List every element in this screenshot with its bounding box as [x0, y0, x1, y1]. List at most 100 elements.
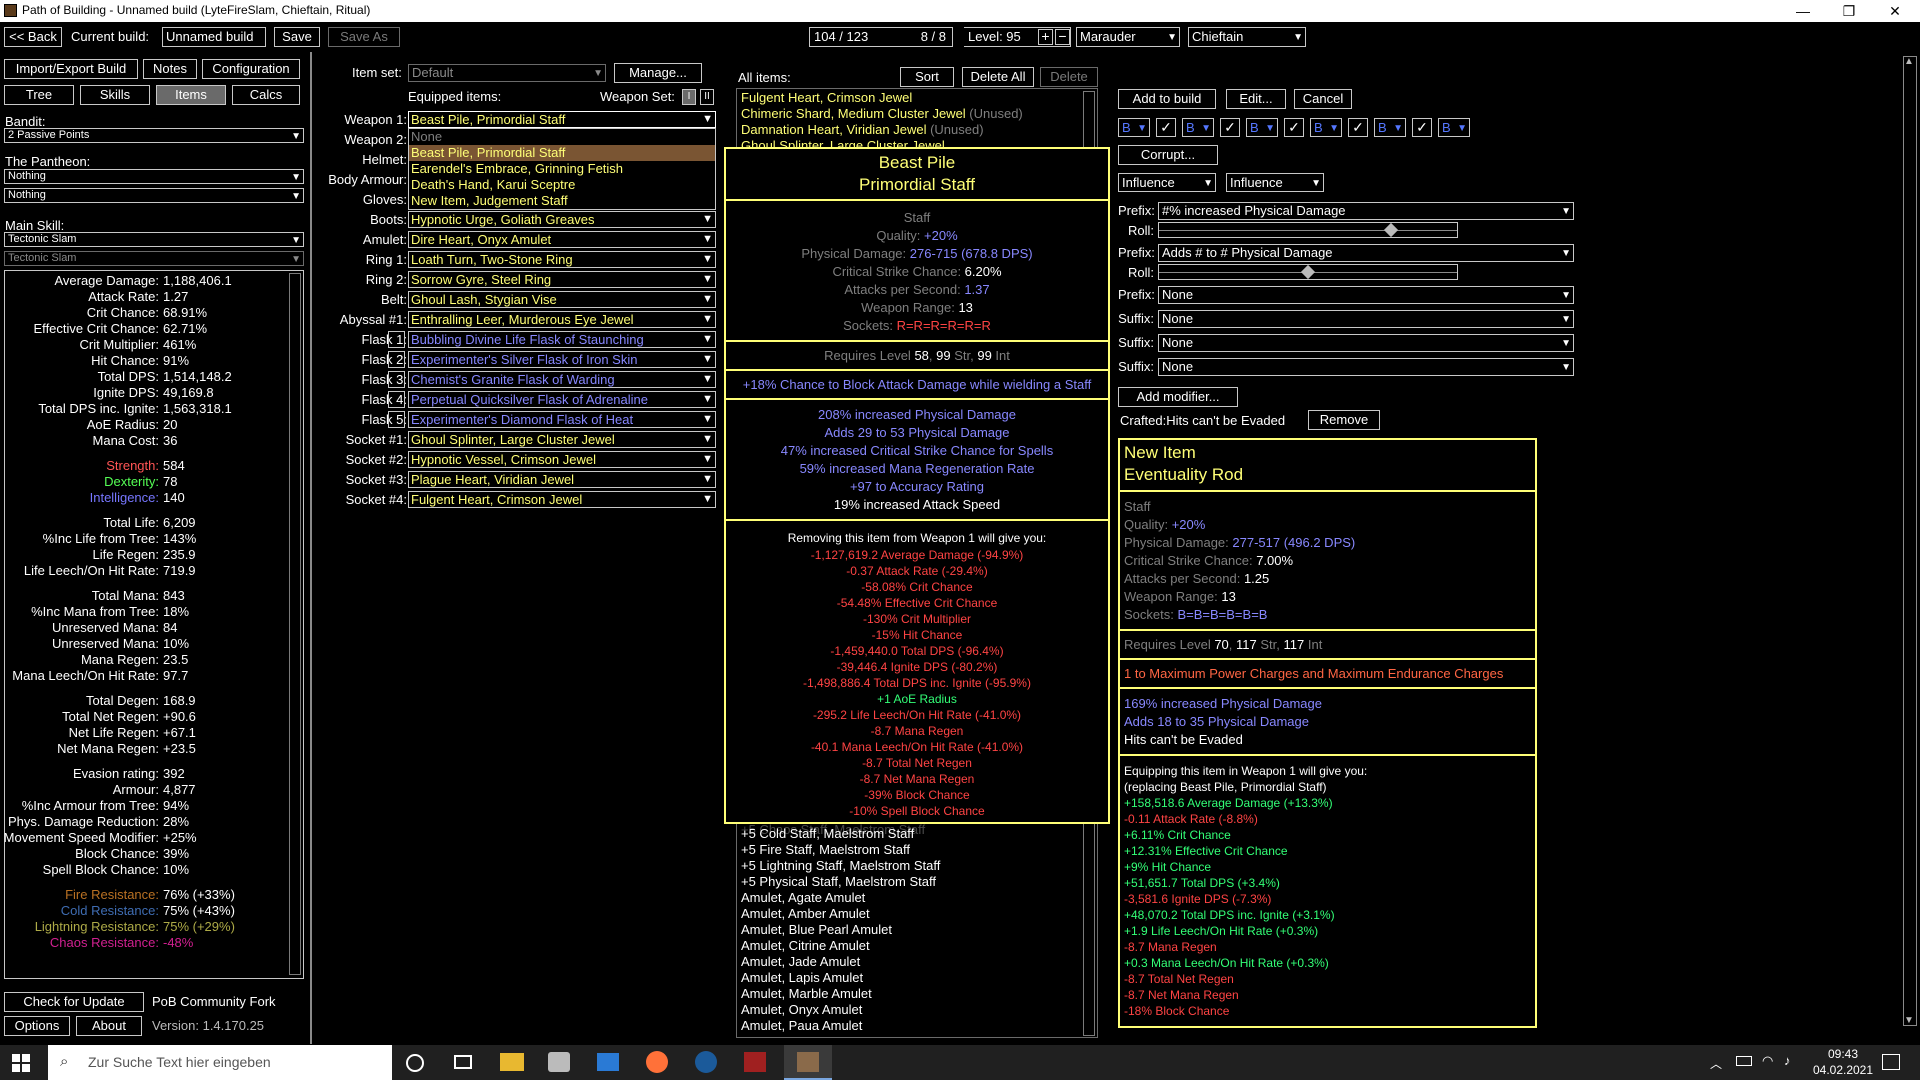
notification-icon[interactable] [1882, 1054, 1900, 1070]
level-plus-button[interactable]: + [1038, 29, 1053, 45]
tray-chevron-icon[interactable]: ︿ [1710, 1055, 1722, 1072]
slot-select[interactable]: Experimenter's Silver Flask of Iron Skin… [408, 351, 716, 368]
windows-start-icon[interactable] [12, 1054, 30, 1072]
list-item[interactable]: Damnation Heart, Viridian Jewel (Unused) [741, 122, 984, 137]
app-icon-3[interactable] [597, 1053, 619, 1071]
firefox-icon[interactable] [646, 1051, 668, 1073]
dropdown-option[interactable]: Beast Pile, Primordial Staff [409, 145, 715, 161]
flask-enable-checkbox[interactable] [388, 371, 405, 388]
socket-link-checkbox[interactable]: ✓ [1348, 118, 1368, 137]
save-as-button[interactable]: Save As [328, 27, 400, 47]
notes-button[interactable]: Notes [143, 59, 197, 79]
weapon-set-2-button[interactable]: II [700, 89, 714, 105]
slot-select[interactable]: Ghoul Splinter, Large Cluster Jewel ▼ [408, 431, 716, 448]
prefix-3-select[interactable]: None ▼ [1158, 286, 1574, 304]
add-modifier-button[interactable]: Add modifier... [1118, 387, 1238, 407]
list-item[interactable]: +5 Lightning Staff, Maelstrom Staff [741, 858, 940, 873]
task-view-icon[interactable] [454, 1055, 472, 1069]
socket-colour-select[interactable]: B ▼ [1182, 118, 1214, 137]
socket-colour-select[interactable]: B ▼ [1438, 118, 1470, 137]
cancel-button[interactable]: Cancel [1294, 89, 1352, 109]
volume-icon[interactable]: ♪ [1784, 1053, 1791, 1068]
close-button[interactable]: ✕ [1872, 1, 1918, 21]
list-item[interactable]: Amulet, Jade Amulet [741, 954, 860, 969]
add-to-build-button[interactable]: Add to build [1118, 89, 1216, 109]
app-icon-6[interactable] [744, 1052, 766, 1072]
manage-button[interactable]: Manage... [614, 63, 702, 83]
taskbar-search-box[interactable]: ⌕ Zur Suche Text hier eingeben [48, 1045, 392, 1080]
app-icon-2[interactable] [548, 1052, 570, 1072]
about-button[interactable]: About [76, 1016, 142, 1036]
roll-1-slider[interactable] [1158, 222, 1458, 238]
socket-link-checkbox[interactable]: ✓ [1412, 118, 1432, 137]
influence-2-select[interactable]: Influence ▼ [1226, 173, 1324, 192]
skill-part-select[interactable]: Tectonic Slam ▼ [4, 251, 304, 266]
level-minus-button[interactable]: − [1055, 29, 1070, 45]
tab-calcs[interactable]: Calcs [232, 85, 300, 105]
main-scrollbar[interactable]: ▲ ▼ [1903, 56, 1917, 1026]
prefix-1-select[interactable]: #% increased Physical Damage ▼ [1158, 202, 1574, 220]
flask-enable-checkbox[interactable] [388, 351, 405, 368]
weapon-set-1-button[interactable]: I [682, 89, 696, 105]
check-update-button[interactable]: Check for Update [4, 992, 144, 1012]
list-item[interactable]: Amulet, Lapis Amulet [741, 970, 863, 985]
list-item[interactable]: Amulet, Onyx Amulet [741, 1002, 862, 1017]
pantheon-major-select[interactable]: Nothing ▼ [4, 169, 304, 184]
tab-skills[interactable]: Skills [80, 85, 150, 105]
slot-select[interactable]: Experimenter's Diamond Flask of Heat ▼ [408, 411, 716, 428]
slot-select[interactable]: Perpetual Quicksilver Flask of Adrenalin… [408, 391, 716, 408]
prefix-2-select[interactable]: Adds # to # Physical Damage ▼ [1158, 244, 1574, 262]
socket-link-checkbox[interactable]: ✓ [1220, 118, 1240, 137]
list-item[interactable]: Amulet, Paua Amulet [741, 1018, 862, 1033]
slot-select[interactable]: Beast Pile, Primordial Staff ▼ [408, 111, 716, 128]
suffix-2-select[interactable]: None ▼ [1158, 334, 1574, 352]
list-item[interactable]: Amulet, Marble Amulet [741, 986, 872, 1001]
dropdown-option[interactable]: None [409, 129, 715, 145]
corrupt-button[interactable]: Corrupt... [1118, 145, 1218, 165]
slot-select[interactable]: Ghoul Lash, Stygian Vise ▼ [408, 291, 716, 308]
slot-select[interactable]: Loath Turn, Two-Stone Ring ▼ [408, 251, 716, 268]
minimize-button[interactable]: — [1780, 1, 1826, 21]
cortana-icon[interactable] [406, 1054, 424, 1072]
options-button[interactable]: Options [4, 1016, 70, 1036]
roll-2-handle[interactable] [1300, 264, 1316, 280]
slot-select[interactable]: Hypnotic Urge, Goliath Greaves ▼ [408, 211, 716, 228]
file-explorer-icon[interactable] [500, 1053, 524, 1071]
slot-select[interactable]: Hypnotic Vessel, Crimson Jewel ▼ [408, 451, 716, 468]
clock-time[interactable]: 09:43 [1800, 1047, 1886, 1061]
steam-icon[interactable] [695, 1051, 717, 1073]
list-item[interactable]: +5 Cold Staff, Maelstrom Staff [741, 826, 914, 841]
dropdown-option[interactable]: New Item, Judgement Staff [409, 193, 715, 209]
slot-select[interactable]: Plague Heart, Viridian Jewel ▼ [408, 471, 716, 488]
save-button[interactable]: Save [274, 27, 320, 47]
slot-select[interactable]: Enthralling Leer, Murderous Eye Jewel ▼ [408, 311, 716, 328]
suffix-3-select[interactable]: None ▼ [1158, 358, 1574, 376]
tab-tree[interactable]: Tree [4, 85, 74, 105]
item-set-select[interactable]: Default ▼ [408, 64, 606, 82]
path-of-building-taskbar-button[interactable] [784, 1045, 832, 1080]
build-name-field[interactable]: Unnamed build [162, 27, 266, 47]
back-button[interactable]: << Back [4, 27, 62, 47]
socket-link-checkbox[interactable]: ✓ [1284, 118, 1304, 137]
pantheon-minor-select[interactable]: Nothing ▼ [4, 188, 304, 203]
dropdown-option[interactable]: Death's Hand, Karui Sceptre [409, 177, 715, 193]
suffix-1-select[interactable]: None ▼ [1158, 310, 1574, 328]
influence-1-select[interactable]: Influence ▼ [1118, 173, 1216, 192]
socket-colour-select[interactable]: B ▼ [1118, 118, 1150, 137]
socket-colour-select[interactable]: B ▼ [1310, 118, 1342, 137]
ascendancy-select[interactable]: Chieftain ▼ [1188, 27, 1306, 47]
list-item[interactable]: Fulgent Heart, Crimson Jewel [741, 90, 912, 105]
wifi-icon[interactable]: ◠ [1762, 1053, 1773, 1069]
socket-link-checkbox[interactable]: ✓ [1156, 118, 1176, 137]
flask-enable-checkbox[interactable] [388, 411, 405, 428]
list-item[interactable]: Amulet, Amber Amulet [741, 906, 870, 921]
delete-all-button[interactable]: Delete All [962, 67, 1034, 87]
scroll-up-icon[interactable]: ▲ [1904, 56, 1914, 67]
slot-select[interactable]: Bubbling Divine Life Flask of Staunching… [408, 331, 716, 348]
list-item[interactable]: +5 Physical Staff, Maelstrom Staff [741, 874, 936, 889]
import-export-button[interactable]: Import/Export Build [4, 59, 138, 79]
passive-points-display[interactable]: 104 / 123 8 / 8 [809, 27, 953, 47]
socket-colour-select[interactable]: B ▼ [1374, 118, 1406, 137]
slot-select[interactable]: Sorrow Gyre, Steel Ring ▼ [408, 271, 716, 288]
list-item[interactable]: Amulet, Agate Amulet [741, 890, 865, 905]
